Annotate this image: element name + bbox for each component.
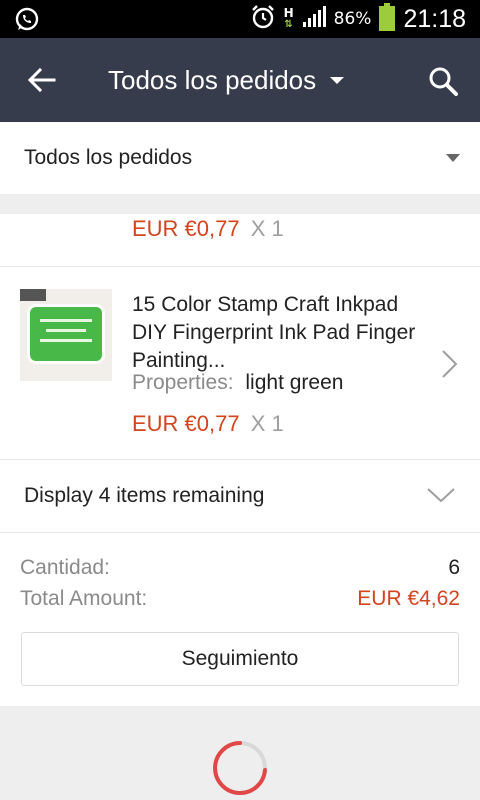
product-thumbnail <box>20 289 112 381</box>
network-type-icon: H ⇅ <box>283 6 294 30</box>
whatsapp-icon <box>14 6 40 36</box>
loading-spinner-icon <box>212 740 268 796</box>
app-bar-title: Todos los pedidos <box>108 64 317 95</box>
total-summary: Total Amount: EUR €4,62 <box>20 587 460 611</box>
previous-item-price-row: EUR €0,77 X 1 <box>132 216 284 242</box>
quantity-summary: Cantidad: 6 <box>20 556 460 580</box>
battery-percent: 86% <box>333 9 372 29</box>
remaining-items-label: Display 4 items remaining <box>24 484 265 507</box>
signal-icon <box>302 6 326 32</box>
order-status-filter[interactable]: Todos los pedidos <box>0 122 480 194</box>
search-icon[interactable] <box>428 66 458 96</box>
filter-label: Todos los pedidos <box>24 146 193 169</box>
item-quantity: X 1 <box>250 411 284 436</box>
order-card: EUR €0,77 X 1 15 Color Stamp Craft Inkpa… <box>0 214 480 706</box>
dropdown-arrow-icon <box>446 154 460 162</box>
battery-icon <box>379 3 396 35</box>
properties-label: Properties: <box>132 371 234 394</box>
app-bar: Todos los pedidos <box>0 38 480 122</box>
tracking-button[interactable]: Seguimiento <box>21 632 459 686</box>
product-title: 15 Color Stamp Craft Inkpad DIY Fingerpr… <box>132 293 416 372</box>
quantity-value: 6 <box>448 556 460 579</box>
dropdown-caret-icon <box>330 76 345 84</box>
status-bar: H ⇅ 86% 21:18 <box>0 0 480 38</box>
divider <box>0 532 480 533</box>
item-price-row: EUR €0,77 X 1 <box>132 411 284 437</box>
item-quantity: X 1 <box>250 216 284 241</box>
order-item[interactable]: 15 Color Stamp Craft Inkpad DIY Fingerpr… <box>0 267 480 459</box>
show-remaining-items[interactable]: Display 4 items remaining <box>0 460 480 532</box>
quantity-label: Cantidad: <box>20 556 110 579</box>
product-properties: Properties: light green <box>132 371 343 395</box>
total-value: EUR €4,62 <box>357 587 460 610</box>
alarm-icon <box>250 4 276 34</box>
clock: 21:18 <box>403 4 466 33</box>
item-price: EUR €0,77 <box>132 411 240 436</box>
chevron-right-icon <box>440 349 460 379</box>
item-price: EUR €0,77 <box>132 216 240 241</box>
chevron-down-icon <box>426 486 456 504</box>
properties-value: light green <box>245 371 344 394</box>
order-filter-dropdown[interactable]: Todos los pedidos <box>108 38 345 122</box>
back-arrow-icon[interactable] <box>26 64 58 96</box>
total-label: Total Amount: <box>20 587 148 610</box>
